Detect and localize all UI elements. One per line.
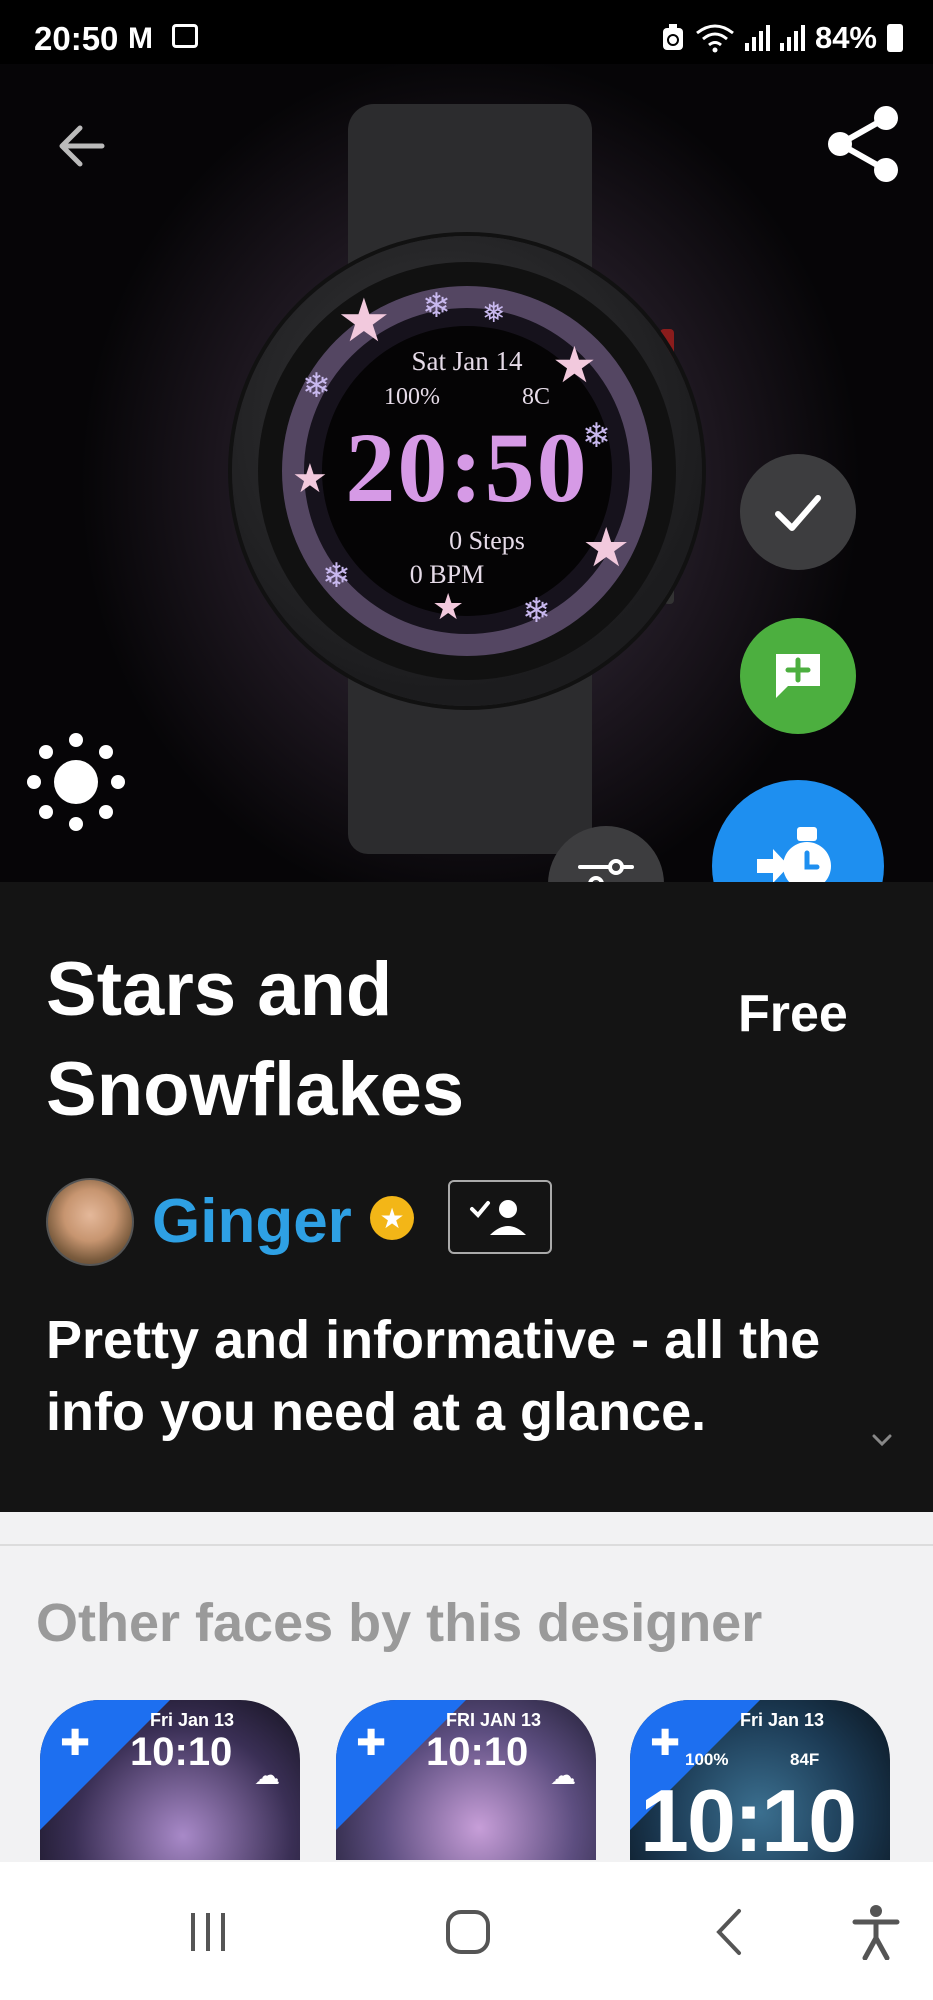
designer-avatar[interactable] xyxy=(46,1178,134,1266)
watch-face: ★ ★ ★ ★ ★ ❄ ❄ ❄ ❄ ❄ ❅ Sat Jan 14 100% 8C… xyxy=(282,286,652,656)
brightness-button[interactable] xyxy=(20,726,132,838)
thumbnail-temp: 84F xyxy=(790,1750,820,1769)
home-button[interactable] xyxy=(428,1892,508,1972)
recents-icon xyxy=(191,1913,225,1951)
section-divider xyxy=(0,1544,933,1546)
home-icon xyxy=(446,1910,490,1954)
other-face-thumbnail[interactable]: ✚ FRI JAN 13 10:10 ☁ xyxy=(336,1700,596,1860)
expand-description-button[interactable] xyxy=(862,1420,902,1460)
recents-button[interactable] xyxy=(168,1892,248,1972)
price-label: Free xyxy=(738,985,848,1043)
system-navigation-bar xyxy=(0,1862,933,2000)
rain-cloud-icon: ☁ xyxy=(254,1760,280,1790)
thumbnail-battery: 100% xyxy=(685,1750,729,1769)
watch-bpm: 0 BPM xyxy=(409,560,485,589)
accessibility-icon xyxy=(852,1905,900,1960)
star-decoration: ★ xyxy=(432,586,465,627)
battery-saver-icon xyxy=(662,24,683,50)
status-right: 84% xyxy=(661,20,903,56)
gamepad-icon: ✚ xyxy=(650,1722,681,1763)
watch-temp: 8C xyxy=(521,384,550,410)
star-badge-icon: ★ xyxy=(370,1196,414,1240)
screenshot-icon xyxy=(172,24,198,48)
wifi-icon xyxy=(696,24,734,53)
back-button[interactable] xyxy=(52,116,112,176)
gamepad-icon: ✚ xyxy=(60,1722,91,1763)
watch-battery-temp: 100% 8C xyxy=(282,384,652,411)
thumbnail-date: Fri Jan 13 xyxy=(740,1710,825,1730)
thumbnail-time: 10:10 xyxy=(426,1730,529,1774)
thumbnail-time: 10:10 xyxy=(130,1730,233,1774)
back-icon xyxy=(716,1909,741,1955)
thumbnail-date: Fri Jan 13 xyxy=(150,1710,235,1730)
watch-battery: 100% xyxy=(383,384,440,410)
comment-add-icon xyxy=(776,654,820,698)
thumbnail-date: FRI JAN 13 xyxy=(446,1710,542,1730)
watchface-title: Stars and Snowflakes xyxy=(46,947,465,1132)
status-time: 20:50 xyxy=(34,20,119,57)
person-check-icon xyxy=(470,1200,526,1235)
share-button[interactable] xyxy=(826,104,902,184)
share-icon xyxy=(828,106,898,182)
watchface-description: Pretty and informative - all the info yo… xyxy=(46,1310,821,1442)
follow-designer-button[interactable] xyxy=(448,1180,552,1254)
watch-date: Sat Jan 14 xyxy=(411,346,523,376)
mark-installed-button[interactable] xyxy=(740,454,856,570)
other-face-thumbnail[interactable]: ✚ Fri Jan 13 10:10 ☁ xyxy=(40,1700,300,1860)
snowflake-decoration: ❄ xyxy=(522,592,551,630)
check-icon xyxy=(775,495,821,531)
other-face-thumbnail[interactable]: ✚ Fri Jan 13 100% 84F 10:10 xyxy=(630,1700,890,1860)
sun-icon xyxy=(27,733,125,831)
gmail-icon: M xyxy=(128,22,153,55)
battery-icon xyxy=(887,24,903,52)
chevron-down-icon xyxy=(872,1434,892,1447)
signal-icon xyxy=(744,25,770,51)
rain-cloud-icon: ☁ xyxy=(550,1760,576,1790)
snowflake-decoration: ❅ xyxy=(482,297,506,328)
designer-name-link[interactable]: Ginger xyxy=(152,1186,352,1257)
gamepad-icon: ✚ xyxy=(356,1722,387,1763)
battery-percent: 84% xyxy=(814,20,877,55)
arrow-left-icon xyxy=(59,125,105,167)
watch-steps: 0 Steps xyxy=(449,526,525,555)
accessibility-button[interactable] xyxy=(836,1892,916,1972)
nav-back-button[interactable] xyxy=(690,1892,770,1972)
snowflake-decoration: ❄ xyxy=(422,287,451,325)
add-comment-button[interactable] xyxy=(740,618,856,734)
thumbnail-time: 10:10 xyxy=(640,1771,857,1860)
signal-icon xyxy=(779,25,805,51)
watch-time: 20:50 xyxy=(345,412,589,523)
other-faces-heading: Other faces by this designer xyxy=(36,1593,763,1653)
